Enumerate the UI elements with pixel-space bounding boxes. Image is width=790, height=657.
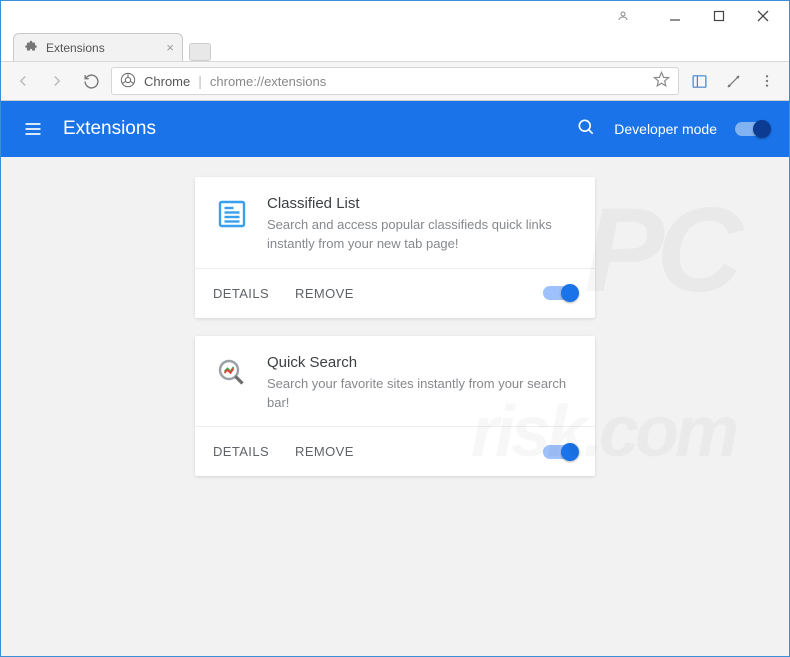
developer-mode-toggle[interactable]: [735, 122, 769, 136]
tab-title: Extensions: [46, 41, 105, 55]
remove-button[interactable]: REMOVE: [295, 444, 354, 459]
tab-close-icon[interactable]: ×: [166, 40, 174, 55]
magnifier-icon: [213, 354, 251, 392]
extension-name: Classified List: [267, 195, 577, 212]
extension-card: Classified List Search and access popula…: [195, 177, 595, 318]
extension-favicon-icon: [24, 39, 38, 56]
extension-enabled-toggle[interactable]: [543, 286, 577, 300]
forward-button[interactable]: [43, 67, 71, 95]
account-icon[interactable]: [601, 2, 645, 30]
bookmark-star-icon[interactable]: [653, 71, 670, 91]
extensions-header: Extensions Developer mode: [1, 101, 789, 157]
extension-description: Search your favorite sites instantly fro…: [267, 375, 577, 413]
menu-icon[interactable]: [753, 67, 781, 95]
wand-icon[interactable]: [719, 67, 747, 95]
hamburger-menu-icon[interactable]: [21, 117, 45, 141]
extension-card: Quick Search Search your favorite sites …: [195, 336, 595, 477]
developer-mode-label: Developer mode: [614, 121, 717, 137]
close-button[interactable]: [741, 2, 785, 30]
details-button[interactable]: DETAILS: [213, 444, 269, 459]
details-button[interactable]: DETAILS: [213, 286, 269, 301]
browser-toolbar: Chrome | chrome://extensions: [1, 61, 789, 101]
panel-icon[interactable]: [685, 67, 713, 95]
extensions-list: Classified List Search and access popula…: [1, 157, 789, 656]
url-separator: |: [198, 73, 202, 89]
remove-button[interactable]: REMOVE: [295, 286, 354, 301]
tab-extensions[interactable]: Extensions ×: [13, 33, 183, 61]
extension-name: Quick Search: [267, 354, 577, 371]
url-text: chrome://extensions: [210, 74, 326, 89]
extension-description: Search and access popular classifieds qu…: [267, 216, 577, 254]
reload-button[interactable]: [77, 67, 105, 95]
maximize-button[interactable]: [697, 2, 741, 30]
newspaper-icon: [213, 195, 251, 233]
address-bar[interactable]: Chrome | chrome://extensions: [111, 67, 679, 95]
tab-strip: Extensions ×: [1, 31, 789, 61]
url-scheme-label: Chrome: [144, 74, 190, 89]
search-icon[interactable]: [576, 117, 596, 142]
page-title: Extensions: [63, 118, 156, 140]
back-button[interactable]: [9, 67, 37, 95]
minimize-button[interactable]: [653, 2, 697, 30]
chrome-icon: [120, 72, 136, 91]
window-titlebar: [1, 1, 789, 31]
extension-enabled-toggle[interactable]: [543, 445, 577, 459]
new-tab-button[interactable]: [189, 43, 211, 61]
